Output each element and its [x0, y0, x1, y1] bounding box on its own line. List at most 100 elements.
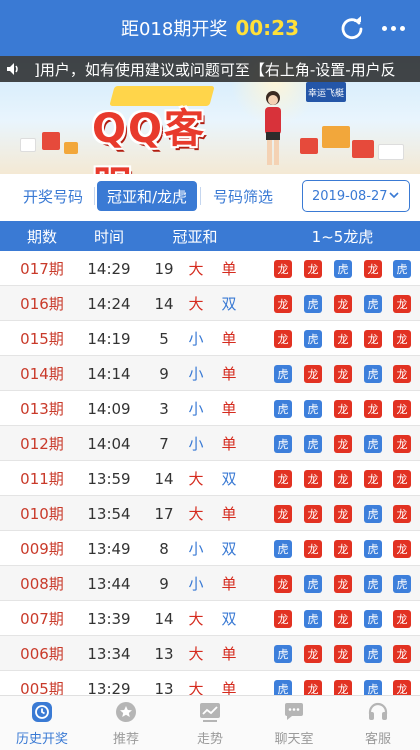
clock-icon [32, 702, 52, 722]
tiger-tag: 虎 [364, 435, 382, 453]
nav-label: 历史开奖 [15, 732, 68, 747]
dragon-tag: 龙 [334, 365, 352, 383]
issue-number: 009期 [20, 540, 64, 558]
table-row: 008期 13:44 9 小单龙虎龙虎虎 [0, 566, 420, 601]
parity-label: 单 [221, 435, 237, 453]
tiger-tag: 虎 [304, 435, 322, 453]
dragon-tag: 龙 [393, 330, 411, 348]
dragon-tag: 龙 [334, 330, 352, 348]
tiger-tag: 虎 [364, 645, 382, 663]
tab-sum-dragon-tiger[interactable]: 冠亚和/龙虎 [97, 181, 197, 211]
dragon-tag: 龙 [393, 400, 411, 418]
tab-number-filter[interactable]: 号码筛选 [204, 181, 282, 211]
dragon-tag: 龙 [304, 260, 322, 278]
dragon-tag: 龙 [334, 610, 352, 628]
bottom-nav: 历史开奖 推荐 走势 聊天室 客服 [0, 695, 420, 750]
nav-recommend[interactable]: 推荐 [84, 696, 168, 750]
date-select[interactable]: 2019-08-27 [302, 180, 410, 212]
parity-label: 单 [221, 400, 237, 418]
star-badge-icon [116, 702, 136, 722]
dragon-tag: 龙 [274, 470, 292, 488]
dragon-tag: 龙 [393, 435, 411, 453]
nav-history[interactable]: 历史开奖 [0, 696, 84, 750]
notice-bar[interactable]: ]用户，如有使用建议或问题可至【右上角-设置-用户反 [0, 56, 420, 82]
nav-chat[interactable]: 聊天室 [252, 696, 336, 750]
dragon-tag: 龙 [393, 540, 411, 558]
draw-time: 14:09 [87, 399, 131, 418]
dragon-tag: 龙 [334, 505, 352, 523]
sum-value: 3 [159, 399, 169, 418]
app-root: 距018期开奖 00:23 QQ客服 幸运飞艇 [0, 0, 420, 750]
dragon-tag: 龙 [274, 260, 292, 278]
draw-time: 13:39 [87, 609, 131, 628]
col-issue: 期数 [26, 227, 57, 246]
draw-time: 14:24 [87, 294, 131, 313]
size-label: 小 [188, 575, 204, 593]
tiger-tag: 虎 [364, 295, 382, 313]
parity-label: 双 [221, 540, 237, 558]
parity-label: 双 [221, 610, 237, 628]
dragon-tag: 龙 [304, 365, 322, 383]
tiger-tag: 虎 [304, 400, 322, 418]
dragon-tag: 龙 [364, 470, 382, 488]
nav-service[interactable]: 客服 [336, 696, 420, 750]
tiger-tag: 虎 [304, 295, 322, 313]
tiger-tag: 虎 [364, 505, 382, 523]
sum-value: 5 [159, 329, 169, 348]
tiger-tag: 虎 [364, 365, 382, 383]
issue-number: 007期 [20, 610, 64, 628]
sum-value: 7 [159, 434, 169, 453]
parity-label: 双 [221, 470, 237, 488]
dragon-tag: 龙 [304, 645, 322, 663]
tiger-tag: 虎 [274, 680, 292, 695]
tiger-tag: 虎 [304, 610, 322, 628]
col-sum: 冠亚和 [172, 227, 218, 246]
dragon-tag: 龙 [334, 680, 352, 695]
dragon-tag: 龙 [393, 645, 411, 663]
dragon-tag: 龙 [364, 260, 382, 278]
results-table[interactable]: 017期 14:29 19 大单龙龙虎龙虎 016期 14:24 14 大双龙虎龙虎龙 015期… [0, 251, 420, 695]
parity-label: 单 [221, 645, 237, 663]
dragon-tag: 龙 [364, 400, 382, 418]
tiger-tag: 虎 [304, 330, 322, 348]
tiger-tag: 虎 [393, 260, 411, 278]
table-row: 006期 13:34 13 大单虎龙龙虎龙 [0, 636, 420, 671]
dragon-tag: 龙 [334, 470, 352, 488]
draw-time: 13:49 [87, 539, 131, 558]
sum-value: 13 [154, 679, 174, 696]
dragon-tag: 龙 [364, 330, 382, 348]
size-label: 小 [188, 540, 204, 558]
parity-label: 单 [221, 330, 237, 348]
size-label: 大 [188, 610, 204, 628]
table-row: 012期 14:04 7 小单虎虎龙虎龙 [0, 426, 420, 461]
tab-draw-numbers[interactable]: 开奖号码 [14, 181, 92, 211]
dragon-tag: 龙 [334, 645, 352, 663]
parity-label: 单 [221, 575, 237, 593]
draw-time: 13:34 [87, 644, 131, 663]
dragon-tag: 龙 [274, 330, 292, 348]
tiger-tag: 虎 [274, 435, 292, 453]
table-row: 005期 13:29 13 大单虎龙龙虎龙 [0, 671, 420, 695]
parity-label: 单 [221, 365, 237, 383]
sum-value: 13 [154, 644, 174, 663]
more-dots-icon[interactable] [378, 14, 408, 42]
nav-label: 走势 [196, 732, 223, 747]
dragon-tag: 龙 [304, 540, 322, 558]
tiger-tag: 虎 [334, 260, 352, 278]
refresh-icon[interactable] [338, 14, 366, 42]
tiger-tag: 虎 [364, 575, 382, 593]
issue-number: 014期 [20, 365, 64, 383]
parity-label: 单 [221, 260, 237, 278]
size-label: 小 [188, 365, 204, 383]
dragon-tag: 龙 [334, 400, 352, 418]
draw-time: 14:19 [87, 329, 131, 348]
nav-label: 推荐 [112, 732, 139, 747]
draw-time: 13:44 [87, 574, 131, 593]
size-label: 大 [188, 505, 204, 523]
dragon-tag: 龙 [274, 575, 292, 593]
sum-value: 17 [154, 504, 174, 523]
date-value: 2019-08-27 [312, 188, 388, 204]
nav-trend[interactable]: 走势 [168, 696, 252, 750]
parity-label: 双 [221, 295, 237, 313]
issue-number: 013期 [20, 400, 64, 418]
